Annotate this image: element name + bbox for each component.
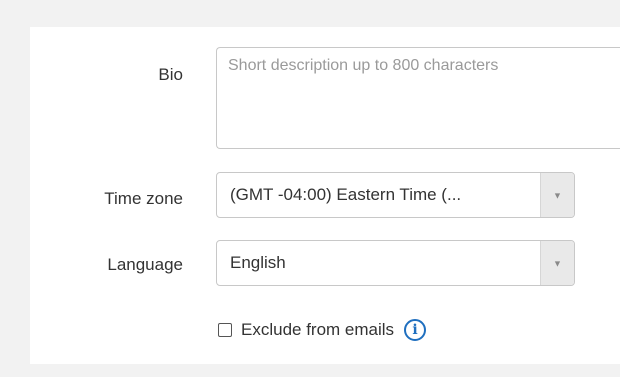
time-zone-value: (GMT -04:00) Eastern Time (... [230,185,462,204]
time-zone-label: Time zone [104,189,183,208]
time-zone-dropdown-button[interactable]: ▼ [540,173,574,217]
language-label: Language [107,255,183,274]
chevron-down-icon: ▼ [553,258,562,269]
language-dropdown-button[interactable]: ▼ [540,241,574,285]
exclude-emails-checkbox[interactable] [218,323,232,337]
exclude-emails-label[interactable]: Exclude from emails [241,320,394,340]
profile-settings-panel: Bio Time zone (GMT -04:00) Eastern Time … [30,27,620,364]
info-icon[interactable]: i [404,319,427,341]
language-value: English [230,253,286,272]
language-select[interactable]: English ▼ [216,240,575,286]
bio-textarea[interactable] [216,47,620,149]
chevron-down-icon: ▼ [553,190,562,201]
time-zone-select[interactable]: (GMT -04:00) Eastern Time (... ▼ [216,172,575,218]
exclude-emails-row: Exclude from emails i [218,319,427,341]
bio-label: Bio [158,65,183,84]
